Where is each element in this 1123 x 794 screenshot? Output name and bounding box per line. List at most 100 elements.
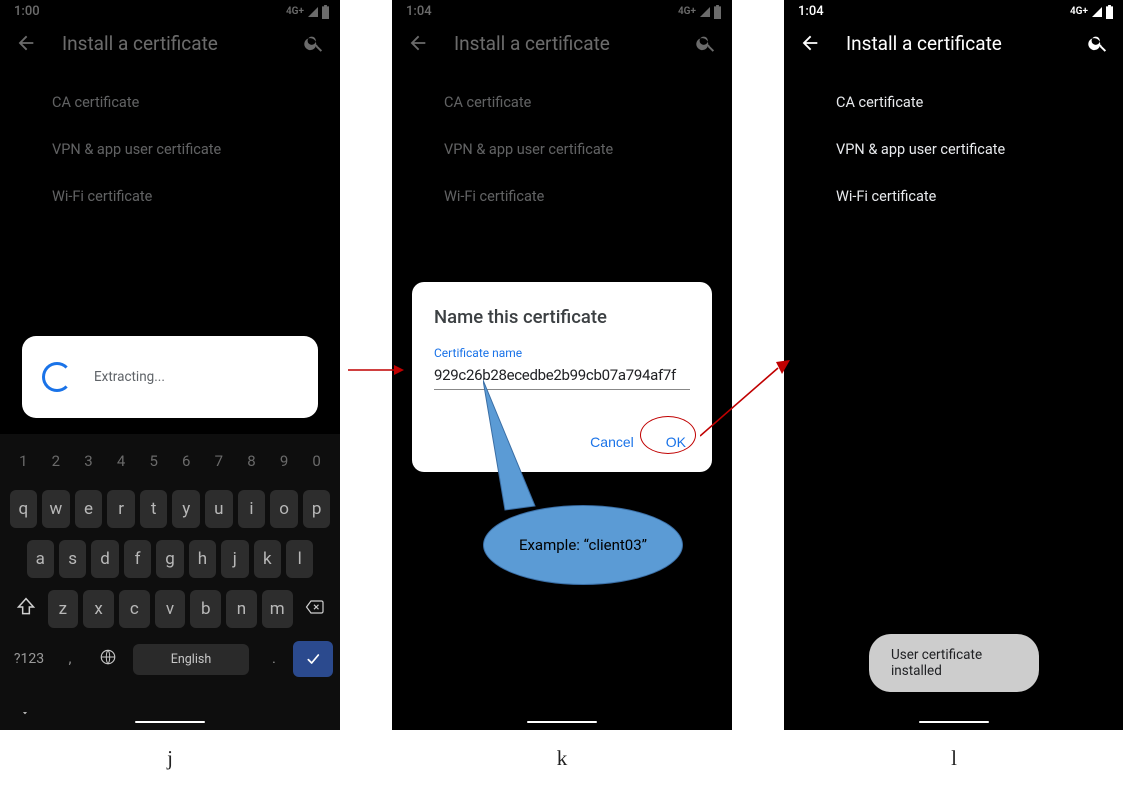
key-period[interactable]: . (255, 643, 293, 675)
key-shift[interactable] (7, 589, 45, 629)
key-9[interactable]: 9 (268, 452, 301, 470)
key-globe[interactable] (89, 640, 127, 678)
key-4[interactable]: 4 (105, 452, 138, 470)
key-b[interactable]: b (190, 590, 221, 628)
phone-screenshot-j: 1:00 4G+ Install a certificate CA certif… (0, 0, 340, 730)
key-q[interactable]: q (10, 490, 38, 528)
battery-icon (713, 5, 722, 19)
back-button[interactable] (798, 31, 822, 55)
key-2[interactable]: 2 (40, 452, 73, 470)
key-v[interactable]: v (155, 590, 186, 628)
status-bar: 1:00 4G+ (0, 0, 340, 21)
key-t[interactable]: t (140, 490, 168, 528)
key-symbols[interactable]: ?123 (7, 643, 51, 675)
menu-item-ca[interactable]: CA certificate (392, 79, 732, 126)
caption-k: k (392, 746, 732, 771)
key-l[interactable]: l (286, 540, 313, 578)
caption-j: j (0, 746, 340, 771)
key-k[interactable]: k (254, 540, 281, 578)
nav-handle[interactable] (135, 721, 205, 724)
key-g[interactable]: g (156, 540, 183, 578)
page-title: Install a certificate (846, 32, 1062, 55)
key-d[interactable]: d (91, 540, 118, 578)
nav-handle[interactable] (919, 721, 989, 724)
key-r[interactable]: r (107, 490, 135, 528)
key-u[interactable]: u (205, 490, 233, 528)
status-time: 1:04 (798, 4, 824, 19)
phone-screenshot-l: 1:04 4G+ Install a certificate CA certif… (784, 0, 1123, 730)
key-0[interactable]: 0 (300, 452, 333, 470)
key-z[interactable]: z (48, 590, 79, 628)
battery-icon (1105, 5, 1114, 19)
key-m[interactable]: m (262, 590, 293, 628)
key-o[interactable]: o (270, 490, 298, 528)
network-label: 4G+ (286, 6, 304, 17)
menu-list: CA certificate VPN & app user certificat… (0, 69, 340, 220)
dialog-field-label: Certificate name (434, 346, 690, 360)
name-certificate-dialog: Name this certificate Certificate name C… (412, 282, 712, 472)
network-label: 4G+ (1070, 6, 1088, 17)
app-bar: Install a certificate (392, 21, 732, 69)
status-time: 1:04 (406, 4, 432, 19)
key-j[interactable]: j (221, 540, 248, 578)
status-right: 4G+ (678, 5, 722, 19)
key-w[interactable]: w (42, 490, 70, 528)
key-backspace[interactable] (295, 590, 333, 628)
back-button[interactable] (14, 31, 38, 55)
menu-item-vpn[interactable]: VPN & app user certificate (392, 126, 732, 173)
key-f[interactable]: f (124, 540, 151, 578)
menu-item-wifi[interactable]: Wi-Fi certificate (0, 173, 340, 220)
status-time: 1:00 (14, 4, 40, 19)
menu-item-wifi[interactable]: Wi-Fi certificate (784, 173, 1123, 220)
on-screen-keyboard[interactable]: 1234567890 qwertyuiop asdfghjkl zxcvbnm … (0, 434, 340, 730)
extracting-dialog: Extracting... (22, 336, 318, 418)
ok-button[interactable]: OK (662, 428, 690, 456)
back-button[interactable] (406, 31, 430, 55)
app-bar: Install a certificate (0, 21, 340, 69)
menu-item-ca[interactable]: CA certificate (784, 79, 1123, 126)
key-comma[interactable]: , (51, 643, 89, 675)
key-x[interactable]: x (83, 590, 114, 628)
key-i[interactable]: i (238, 490, 266, 528)
page-title: Install a certificate (62, 32, 278, 55)
toast-message: User certificate installed (869, 634, 1039, 692)
certificate-name-input[interactable] (434, 362, 690, 390)
status-right: 4G+ (1070, 5, 1114, 19)
menu-item-ca[interactable]: CA certificate (0, 79, 340, 126)
key-y[interactable]: y (172, 490, 200, 528)
key-5[interactable]: 5 (137, 452, 170, 470)
key-8[interactable]: 8 (235, 452, 268, 470)
keyboard-collapse-icon[interactable] (18, 703, 32, 722)
key-1[interactable]: 1 (7, 452, 40, 470)
key-a[interactable]: a (27, 540, 54, 578)
key-language[interactable]: English (133, 644, 249, 675)
page-title: Install a certificate (454, 32, 670, 55)
menu-item-vpn[interactable]: VPN & app user certificate (784, 126, 1123, 173)
key-3[interactable]: 3 (72, 452, 105, 470)
key-h[interactable]: h (189, 540, 216, 578)
spinner-icon (42, 362, 72, 392)
search-button[interactable] (1086, 31, 1110, 55)
key-6[interactable]: 6 (170, 452, 203, 470)
key-enter[interactable] (293, 641, 333, 677)
signal-icon (698, 6, 712, 18)
search-button[interactable] (694, 31, 718, 55)
menu-item-wifi[interactable]: Wi-Fi certificate (392, 173, 732, 220)
phone-screenshot-k: 1:04 4G+ Install a certificate CA certif… (392, 0, 732, 730)
key-p[interactable]: p (303, 490, 331, 528)
nav-handle[interactable] (527, 721, 597, 724)
cancel-button[interactable]: Cancel (586, 428, 638, 456)
status-bar: 1:04 4G+ (784, 0, 1123, 21)
signal-icon (306, 6, 320, 18)
key-c[interactable]: c (119, 590, 150, 628)
dialog-title: Name this certificate (434, 306, 690, 328)
key-e[interactable]: e (75, 490, 103, 528)
status-right: 4G+ (286, 5, 330, 19)
menu-list: CA certificate VPN & app user certificat… (392, 69, 732, 220)
search-button[interactable] (302, 31, 326, 55)
key-7[interactable]: 7 (203, 452, 236, 470)
menu-item-vpn[interactable]: VPN & app user certificate (0, 126, 340, 173)
key-s[interactable]: s (59, 540, 86, 578)
battery-icon (321, 5, 330, 19)
key-n[interactable]: n (226, 590, 257, 628)
